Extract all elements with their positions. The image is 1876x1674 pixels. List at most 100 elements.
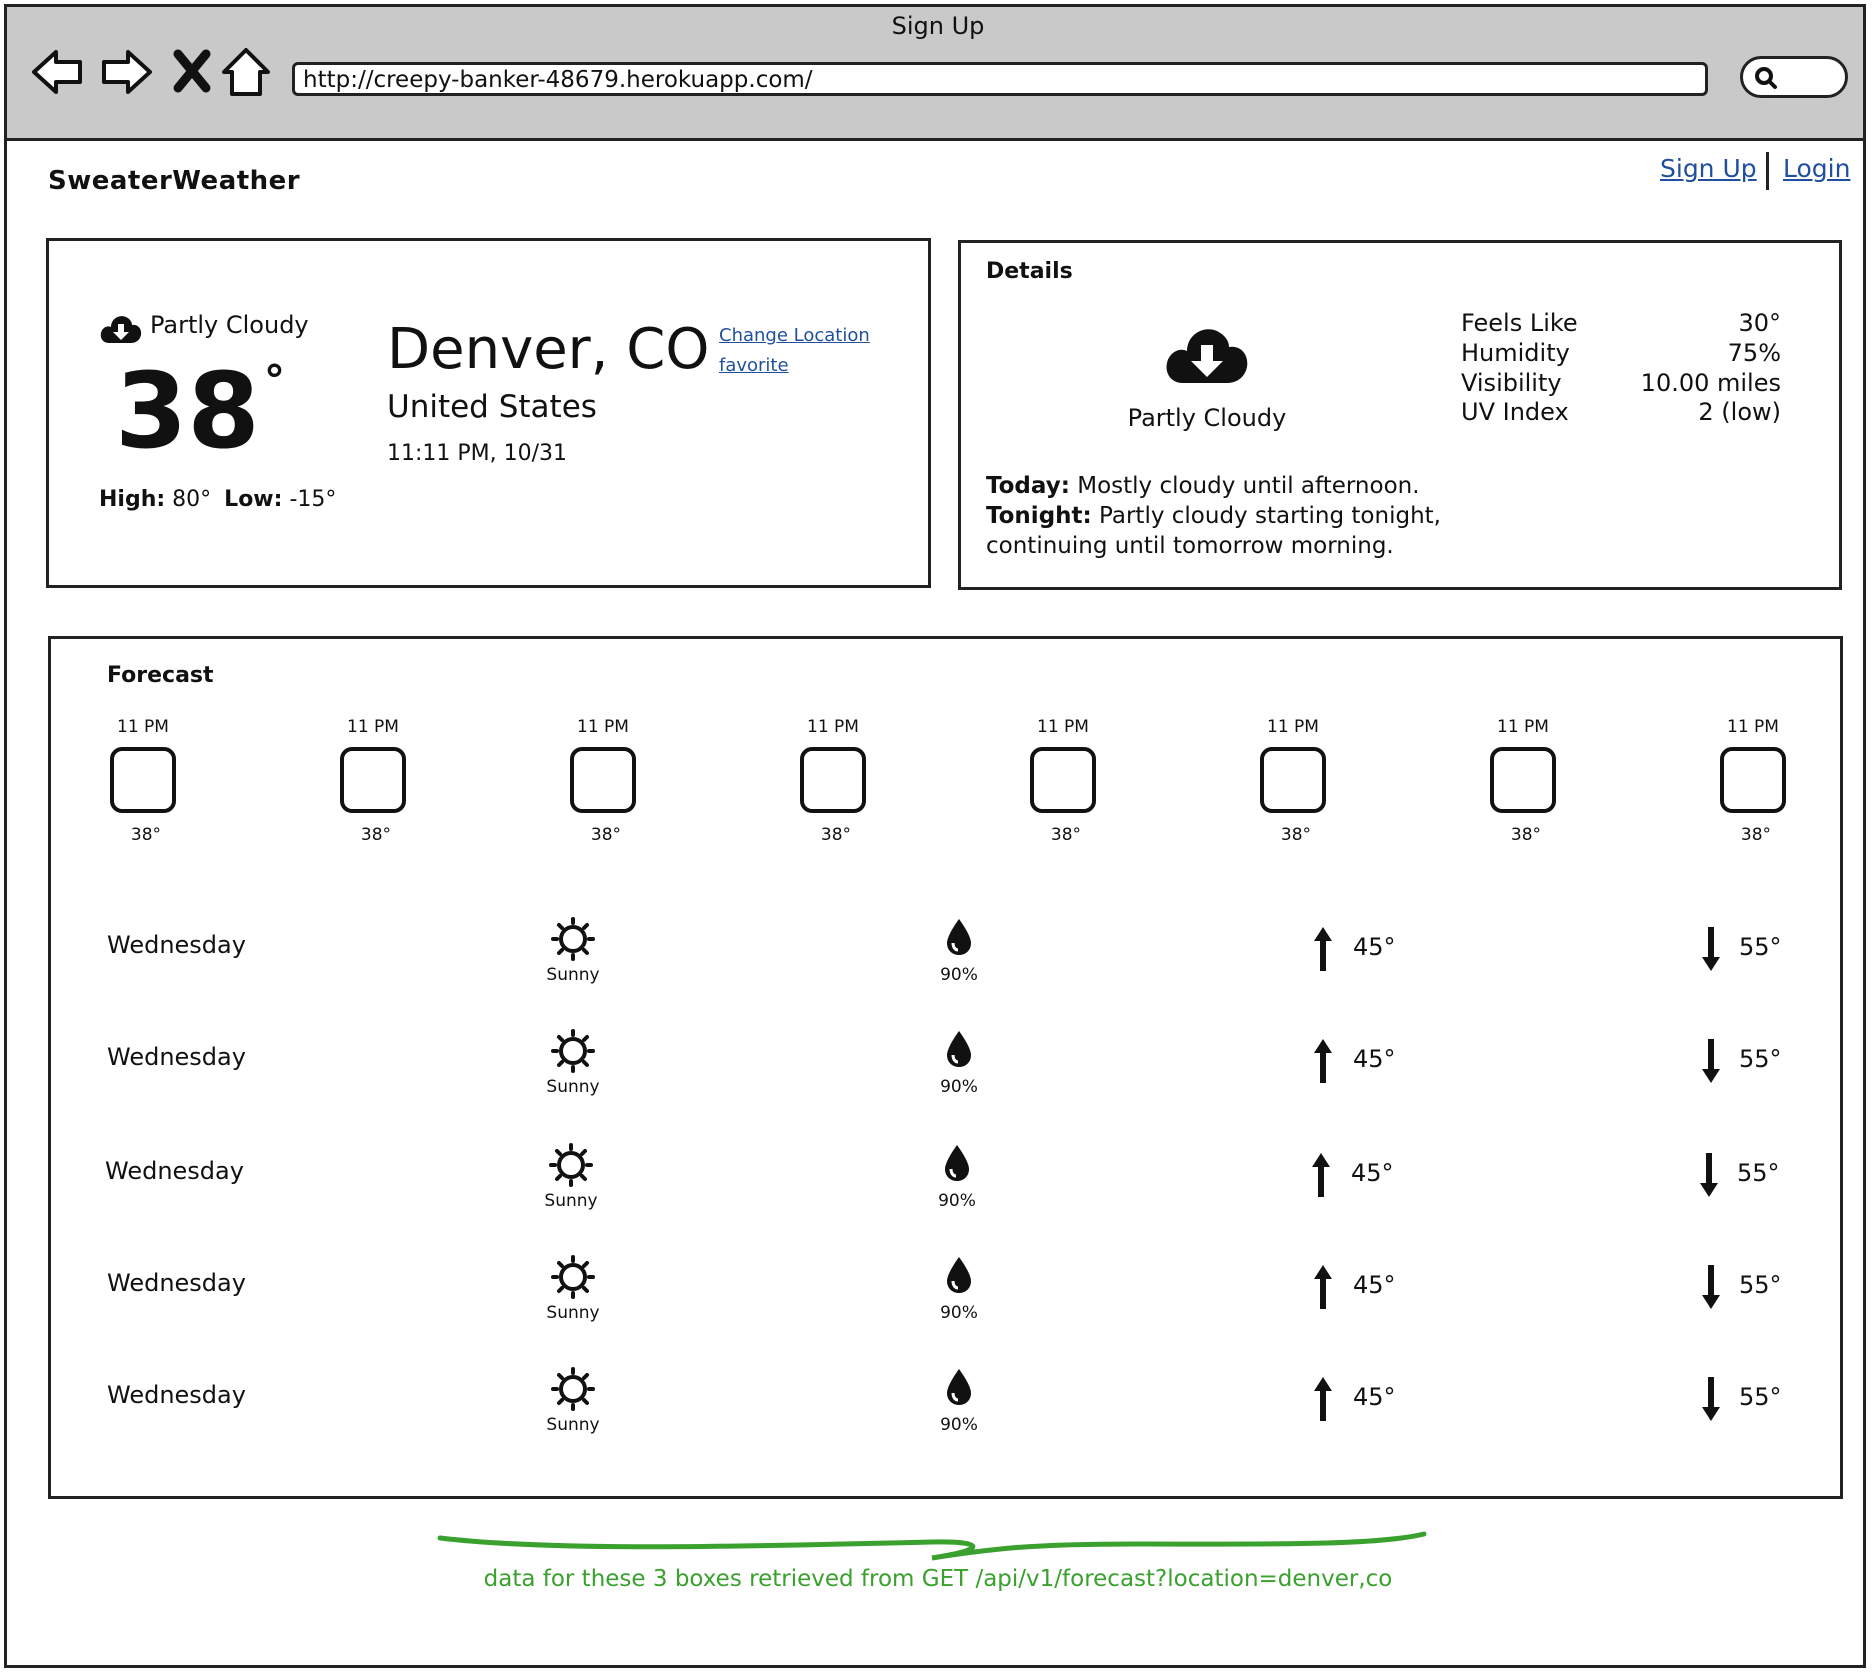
forecast-summary: Sunny [546, 965, 600, 985]
low-label: Low: [224, 487, 283, 512]
hour-time: 11 PM [577, 717, 629, 737]
arrow-up-icon [1314, 927, 1332, 971]
hour-temp: 38° [1050, 825, 1082, 845]
forecast-day: Wednesday [107, 1269, 246, 1297]
hour-time: 11 PM [117, 717, 169, 737]
search-icon [1755, 67, 1777, 89]
forecast-summary: Sunny [546, 1415, 600, 1435]
uv-index-value: 2 (low) [1698, 398, 1781, 426]
forecast-day: Wednesday [107, 1043, 246, 1071]
url-bar[interactable]: http://creepy-banker-48679.herokuapp.com… [292, 62, 1708, 96]
high-label: High: [99, 487, 166, 512]
forecast-low: 55° [1739, 1045, 1782, 1073]
arrow-up-icon [1314, 1377, 1332, 1421]
annotation-brace [437, 1531, 1427, 1561]
forecast-high: 45° [1353, 1045, 1396, 1073]
forecast-precip: 90% [940, 1415, 978, 1435]
forecast-precip: 90% [940, 965, 978, 985]
today-text: Mostly cloudy until afternoon. [1077, 473, 1420, 499]
forecast-low: 55° [1737, 1159, 1780, 1187]
visibility-label: Visibility [1461, 369, 1562, 397]
forecast-low: 55° [1739, 933, 1782, 961]
home-icon[interactable] [218, 44, 274, 100]
sun-icon [549, 1143, 593, 1187]
today-label: Today: [986, 473, 1070, 499]
uv-index-label: UV Index [1461, 398, 1569, 426]
login-link[interactable]: Login [1783, 154, 1850, 183]
raindrop-icon [947, 1369, 971, 1405]
forecast-summary: Sunny [546, 1303, 600, 1323]
raindrop-icon [947, 919, 971, 955]
hour-icon-placeholder [110, 747, 176, 813]
forecast-low: 55° [1739, 1271, 1782, 1299]
arrow-up-icon [1314, 1039, 1332, 1083]
hour-time: 11 PM [807, 717, 859, 737]
forecast-precip: 90% [940, 1303, 978, 1323]
hour-temp: 38° [1740, 825, 1772, 845]
annotation-note: data for these 3 boxes retrieved from GE… [483, 1566, 1393, 1592]
sun-icon [551, 917, 595, 961]
window-title: Sign Up [891, 12, 985, 40]
arrow-down-icon [1700, 1153, 1718, 1197]
hour-time: 11 PM [347, 717, 399, 737]
forecast-high: 45° [1353, 933, 1396, 961]
hour-temp: 38° [360, 825, 392, 845]
change-location-link[interactable]: Change Location [719, 325, 870, 346]
today-summary: Today: Mostly cloudy until afternoon. [986, 473, 1420, 499]
feels-like-label: Feels Like [1461, 309, 1578, 337]
details-title: Details [986, 259, 1073, 284]
header-divider [1766, 152, 1769, 190]
raindrop-icon [947, 1031, 971, 1067]
browser-search-field[interactable] [1740, 56, 1848, 98]
hour-time: 11 PM [1727, 717, 1779, 737]
cloud-download-icon [1166, 329, 1248, 383]
details-card: Details Partly Cloudy Feels Like Humidit… [958, 240, 1842, 590]
high-temp: 80° [172, 487, 212, 512]
hour-icon-placeholder [1490, 747, 1556, 813]
forecast-day: Wednesday [105, 1157, 244, 1185]
sign-up-link[interactable]: Sign Up [1660, 154, 1757, 183]
site-brand: SweaterWeather [48, 166, 301, 196]
tonight-text: Partly cloudy starting tonight, [1099, 503, 1441, 529]
city-name: Denver, CO [387, 317, 710, 382]
back-arrow-icon[interactable] [30, 44, 86, 100]
forecast-high: 45° [1353, 1383, 1396, 1411]
degree-symbol: ° [264, 356, 285, 405]
current-weather-card: Partly Cloudy 38 ° High: 80° Low: -15° D… [46, 238, 931, 588]
forecast-precip: 90% [940, 1077, 978, 1097]
forecast-high: 45° [1353, 1271, 1396, 1299]
hour-icon-placeholder [800, 747, 866, 813]
arrow-down-icon [1702, 1039, 1720, 1083]
forecast-high: 45° [1351, 1159, 1394, 1187]
forecast-day: Wednesday [107, 1381, 246, 1409]
details-condition: Partly Cloudy [1127, 404, 1287, 432]
sun-icon [551, 1029, 595, 1073]
hour-temp: 38° [1510, 825, 1542, 845]
tonight-label: Tonight: [986, 503, 1092, 529]
forecast-low: 55° [1739, 1383, 1782, 1411]
forecast-day: Wednesday [107, 931, 246, 959]
favorite-link[interactable]: favorite [719, 355, 789, 376]
hour-icon-placeholder [1030, 747, 1096, 813]
arrow-down-icon [1702, 927, 1720, 971]
local-datetime: 11:11 PM, 10/31 [387, 441, 568, 466]
hour-temp: 38° [820, 825, 852, 845]
forecast-summary: Sunny [544, 1191, 598, 1211]
raindrop-icon [947, 1257, 971, 1293]
tonight-summary: Tonight: Partly cloudy starting tonight, [986, 503, 1441, 529]
hour-icon-placeholder [340, 747, 406, 813]
arrow-down-icon [1702, 1377, 1720, 1421]
arrow-up-icon [1312, 1153, 1330, 1197]
sun-icon [551, 1367, 595, 1411]
hour-time: 11 PM [1267, 717, 1319, 737]
raindrop-icon [945, 1145, 969, 1181]
close-icon[interactable] [164, 44, 220, 100]
forecast-title: Forecast [107, 663, 214, 688]
country-name: United States [387, 389, 597, 425]
cloud-download-icon [100, 316, 142, 343]
current-temperature: 38 [115, 350, 260, 472]
visibility-value: 10.00 miles [1640, 369, 1781, 397]
forward-arrow-icon[interactable] [98, 44, 154, 100]
forecast-precip: 90% [938, 1191, 976, 1211]
hour-icon-placeholder [570, 747, 636, 813]
